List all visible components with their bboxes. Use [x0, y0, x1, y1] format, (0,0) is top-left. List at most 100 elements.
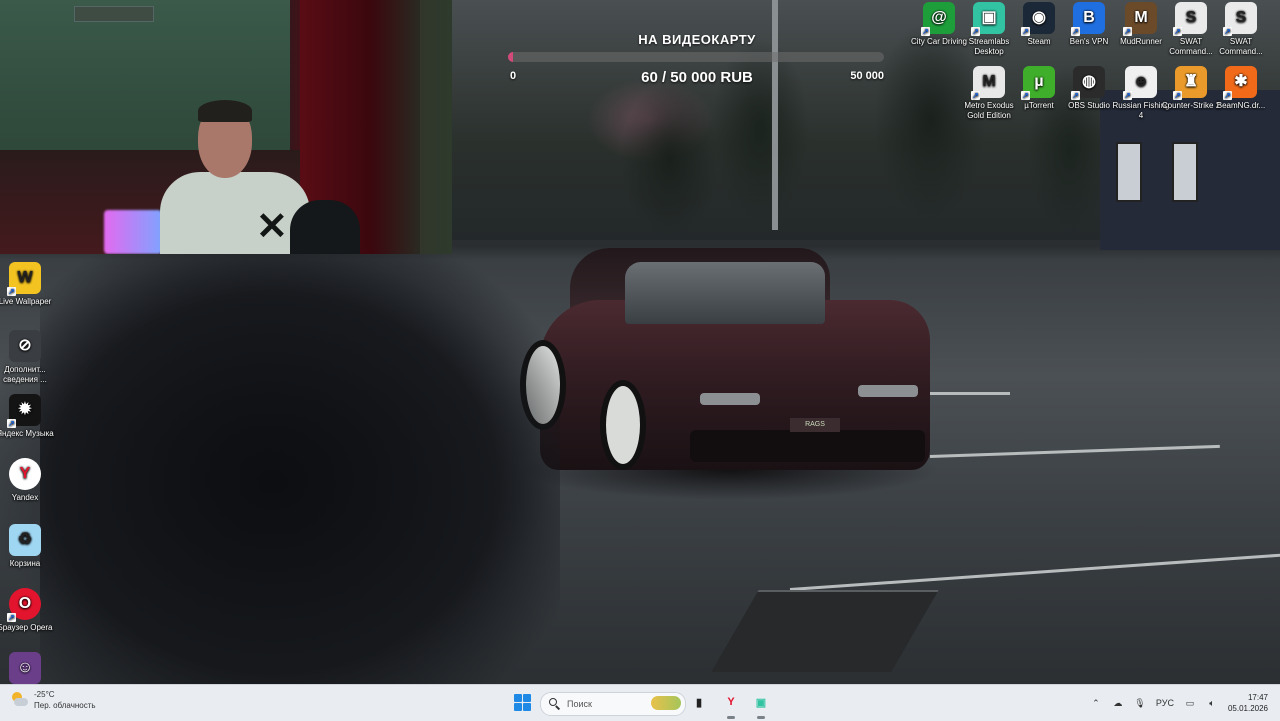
curb — [711, 590, 939, 672]
shortcut-arrow-icon: ↗ — [1173, 91, 1182, 100]
task-view-icon: ▮ — [695, 696, 703, 709]
taskbar-app-yandex[interactable]: Y — [722, 693, 740, 711]
webcam-lamp — [74, 6, 154, 22]
swat-command-icon: S ↗ — [1173, 2, 1207, 36]
language-indicator[interactable]: РУС — [1156, 698, 1174, 708]
taskbar-search[interactable]: Поиск — [540, 692, 686, 716]
opera-browser-icon: O ↗ — [7, 588, 41, 622]
shortcut-arrow-icon: ↗ — [7, 419, 16, 428]
weather-temperature: -25°C — [34, 690, 55, 699]
car-plate: RAGS — [790, 418, 840, 432]
yandex-browser-icon: Y — [9, 458, 41, 490]
goal-progress-bar — [508, 52, 884, 62]
desktop-icon-live-wallpaper[interactable]: W ↗ Live Wallpaper — [0, 262, 56, 307]
shortcut-arrow-icon: ↗ — [1021, 27, 1030, 36]
desktop-icon-dopolnitelnye[interactable]: ⊘ Дополнит... сведения ... — [0, 330, 56, 385]
obs-studio-icon: ◍ ↗ — [1071, 66, 1105, 100]
swat-command-icon: S ↗ — [1223, 2, 1257, 36]
russian-fishing-icon: ☻ ↗ — [1123, 66, 1157, 100]
shortcut-arrow-icon: ↗ — [921, 27, 930, 36]
taskbar-app-task-view[interactable]: ▮ — [690, 693, 708, 711]
running-indicator — [757, 716, 765, 719]
car-wheel — [600, 380, 646, 470]
utorrent-icon: µ ↗ — [1021, 66, 1055, 100]
goal-title: НА ВИДЕОКАРТУ — [638, 32, 756, 47]
building-window — [1172, 142, 1198, 202]
microphone-icon[interactable]: 🎙︎ — [1134, 698, 1146, 708]
streamlabs-icon: ▣ ↗ — [971, 2, 1005, 36]
desktop-icon-recycle-bin[interactable]: ♻ Корзина — [0, 524, 56, 569]
weather-widget[interactable]: -25°C Пер. облачность — [10, 689, 96, 711]
goal-progress-fill — [508, 52, 513, 62]
shortcut-arrow-icon: ↗ — [1071, 91, 1080, 100]
steam-icon: ◉ ↗ — [1021, 2, 1055, 36]
search-highlight-image — [651, 696, 681, 710]
desktop-icon-user-app[interactable]: ☺ — [0, 652, 56, 687]
wallpaper-shadow — [40, 240, 560, 684]
taskbar: -25°C Пер. облачность Поиск ▮ Y ▣ ⌃ ☁ 🎙︎ Р… — [0, 684, 1280, 721]
shortcut-arrow-icon: ↗ — [1173, 27, 1182, 36]
desktop-icon-label: BeamNG.dr... — [1216, 101, 1266, 110]
shortcut-arrow-icon: ↗ — [1071, 27, 1080, 36]
shortcut-arrow-icon: ↗ — [971, 91, 980, 100]
chevron-up-icon[interactable]: ⌃ — [1090, 698, 1102, 708]
parking-line — [789, 553, 1280, 591]
goal-max: 50 000 — [850, 70, 884, 82]
shortcut-arrow-icon: ↗ — [971, 27, 980, 36]
shortcut-arrow-icon: ↗ — [1123, 91, 1132, 100]
desktop-icon-label: Live Wallpaper — [0, 297, 52, 306]
shortcut-arrow-icon: ↗ — [7, 613, 16, 622]
car-headlight — [700, 393, 760, 405]
cloud-icon[interactable]: ☁ — [1112, 698, 1124, 708]
weather-description: Пер. облачность — [34, 701, 96, 710]
start-button[interactable] — [514, 694, 531, 711]
shortcut-arrow-icon: ↗ — [1223, 27, 1232, 36]
shortcut-arrow-icon: ↗ — [1021, 91, 1030, 100]
shortcut-arrow-icon: ↗ — [1223, 91, 1232, 100]
taskbar-app-streamlabs[interactable]: ▣ — [752, 693, 770, 711]
search-icon — [549, 698, 561, 710]
clock-date: 05.01.2026 — [1227, 704, 1268, 713]
desktop-icon-label: Yandex — [11, 493, 39, 502]
parking-line — [929, 444, 1220, 458]
desktop-icon-opera[interactable]: O ↗ Браузер Opera — [0, 588, 56, 633]
volume-icon[interactable]: 🔈︎ — [1206, 698, 1218, 708]
webcam-overlay: ✕ — [0, 0, 452, 254]
yandex-browser-icon: Y — [727, 696, 735, 708]
streamlabs-icon: ▣ — [755, 696, 767, 709]
donation-goal-widget: НА ВИДЕОКАРТУ 0 60 / 50 000 RUB 50 000 — [508, 32, 886, 92]
parking-line — [920, 392, 1010, 395]
goal-progress-text: 60 / 50 000 RUB — [641, 69, 753, 86]
shortcut-arrow-icon: ↗ — [1123, 27, 1132, 36]
network-icon[interactable]: ▭ — [1184, 698, 1196, 708]
desktop-icon-beamng[interactable]: ✱ ↗ BeamNG.dr... — [1210, 66, 1272, 111]
car-windshield — [625, 262, 825, 324]
partly-cloudy-icon — [10, 691, 28, 709]
shortcut-arrow-icon: ↗ — [7, 287, 16, 296]
webcam-person-hair — [198, 100, 252, 122]
search-placeholder: Поиск — [567, 699, 592, 709]
metro-exodus-icon: M ↗ — [971, 66, 1005, 100]
desktop-icon-swat-command-2[interactable]: S ↗ SWAT Command... — [1210, 2, 1272, 57]
system-tray: ⌃ ☁ 🎙︎ РУС ▭ 🔈︎ 17:47 05.01.2026 — [1090, 685, 1268, 721]
beamng-icon: ✱ ↗ — [1223, 66, 1257, 100]
desktop-icon-label: SWAT Command... — [1219, 37, 1263, 56]
bens-vpn-icon: B ↗ — [1071, 2, 1105, 36]
desktop-icon-yandex[interactable]: Y Yandex — [0, 458, 56, 503]
webcam-light — [104, 210, 162, 254]
desktop-icon-label: Браузер Opera — [0, 623, 53, 632]
running-indicator — [727, 716, 735, 719]
webcam-person-arm — [290, 200, 360, 254]
clock[interactable]: 17:47 05.01.2026 — [1228, 692, 1268, 714]
mudrunner-icon: M ↗ — [1123, 2, 1157, 36]
yandex-music-icon: ✹ ↗ — [7, 394, 41, 428]
desktop-icon-label: Корзина — [9, 559, 41, 568]
desktop-icon-label: Дополнит... сведения ... — [3, 365, 47, 384]
recycle-bin-icon: ♻ — [9, 524, 41, 556]
counter-strike-icon: ♜ ↗ — [1173, 66, 1207, 100]
car-headlight — [858, 385, 918, 397]
desktop-icon-label: Яндекс Музыка — [0, 429, 54, 438]
clock-time: 17:47 — [1247, 693, 1268, 702]
desktop-icon-yandex-music[interactable]: ✹ ↗ Яндекс Музыка — [0, 394, 56, 439]
webcam-shirt-logo: ✕ — [256, 206, 288, 248]
